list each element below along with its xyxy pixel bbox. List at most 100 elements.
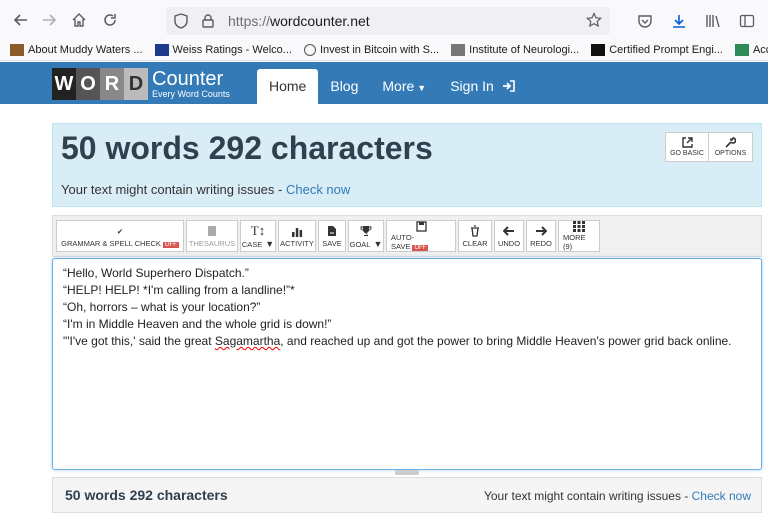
text-height-icon: T↕ (250, 222, 266, 238)
bookmark-access-certified[interactable]: Access Certified (734, 44, 768, 56)
url-bar[interactable]: https://wordcounter.net (166, 7, 610, 35)
editor-line: “Hello, World Superhero Dispatch.” (63, 266, 249, 280)
trash-icon (470, 224, 480, 238)
editor-line: "'I've got this,' said the great Sagamar… (63, 333, 751, 350)
logo-letter-d: D (124, 68, 148, 100)
check-icon: ✔ (116, 226, 124, 236)
bookmark-label: Invest in Bitcoin with S... (319, 44, 440, 56)
activity-button[interactable]: ACTIVITY (278, 220, 316, 252)
footer-issues-text: Your text might contain writing issues - (483, 489, 692, 503)
library-icon[interactable] (698, 6, 728, 36)
issues-message: Your text might contain writing issues -… (61, 182, 350, 197)
arrow-right-icon (535, 224, 547, 238)
notion-favicon (591, 44, 606, 56)
bookmark-prompt-engineer[interactable]: Certified Prompt Engi... (591, 44, 723, 56)
grammar-check-button[interactable]: ✔ GRAMMAR & SPELL CHECK OFF (56, 220, 184, 252)
browser-toolbar: https://wordcounter.net (0, 0, 768, 40)
nav-blog[interactable]: Blog (318, 69, 370, 104)
nav-home[interactable]: Home (257, 69, 319, 104)
grammar-text: GRAMMAR & SPELL CHECK (61, 239, 161, 248)
text-editor[interactable]: “Hello, World Superhero Dispatch.” “HELP… (52, 258, 762, 470)
editor-line: “I'm in Middle Heaven and the whole grid… (63, 317, 332, 331)
goal-text: GOAL (349, 239, 371, 249)
bookmark-label: Certified Prompt Engi... (609, 44, 723, 56)
footer-check-now-link[interactable]: Check now (692, 489, 751, 503)
grammar-label: GRAMMAR & SPELL CHECK OFF (61, 239, 179, 248)
autosave-text: AUTO-SAVE (391, 233, 415, 251)
autosave-off-badge: OFF (412, 245, 429, 251)
editor-toolbar: ✔ GRAMMAR & SPELL CHECK OFF THESAURUS T↕ … (52, 215, 762, 257)
sidebar-icon[interactable] (732, 6, 762, 36)
neurology-favicon (451, 44, 466, 56)
check-now-link[interactable]: Check now (286, 182, 350, 197)
footer-issues-message: Your text might contain writing issues -… (484, 489, 751, 503)
goal-label: GOAL ▼ (350, 239, 383, 249)
options-button[interactable]: OPTIONS (709, 132, 753, 162)
auto-save-button[interactable]: AUTO-SAVE OFF (386, 220, 456, 252)
undo-button[interactable]: UNDO (494, 220, 524, 252)
reload-icon[interactable] (95, 5, 125, 35)
autosave-label: AUTO-SAVE OFF (391, 233, 451, 251)
activity-label: ACTIVITY (280, 239, 314, 248)
caret-down-icon: ▼ (417, 83, 427, 93)
bookmark-star-icon[interactable] (586, 12, 602, 33)
url-host: wordcounter.net (270, 13, 370, 29)
thesaurus-button[interactable]: THESAURUS (186, 220, 238, 252)
tracking-shield-icon[interactable] (174, 13, 192, 29)
muddy-waters-favicon (10, 44, 24, 56)
back-icon[interactable] (6, 5, 36, 35)
options-label: OPTIONS (714, 150, 747, 157)
arrow-left-icon (503, 224, 515, 238)
logo-letter-w: W (52, 68, 76, 100)
goal-button[interactable]: GOAL ▼ (348, 220, 384, 252)
nav-more[interactable]: More ▼ (370, 69, 438, 104)
bookmark-neurology-institute[interactable]: Institute of Neurologi... (451, 44, 579, 56)
case-button[interactable]: T↕ CASE ▼ (240, 220, 276, 252)
editor-line-part: , and reached up and got the power to br… (280, 334, 732, 348)
logo-name: Counter (152, 68, 224, 90)
more-tools-label: MORE (9) (563, 233, 586, 251)
bookmark-label: Access Certified (752, 44, 768, 56)
sign-in-icon (502, 70, 515, 104)
bookmark-invest-bitcoin[interactable]: Invest in Bitcoin with S... (303, 44, 440, 56)
editor-line: “HELP! HELP! *I'm calling from a landlin… (63, 283, 295, 297)
more-tools-button[interactable]: MORE (9) (558, 220, 600, 252)
logo-letter-r: R (100, 68, 124, 100)
redo-button[interactable]: REDO (526, 220, 556, 252)
editor-resize-handle[interactable] (395, 470, 419, 475)
go-basic-button[interactable]: GO BASIC (665, 132, 709, 162)
bookmark-weiss-ratings[interactable]: Weiss Ratings - Welco... (154, 44, 292, 56)
grid-icon (573, 221, 585, 232)
save-file-icon (327, 224, 337, 238)
external-link-icon (681, 137, 693, 150)
clear-button[interactable]: CLEAR (458, 220, 492, 252)
pocket-icon[interactable] (630, 6, 660, 36)
browser-actions (630, 6, 762, 36)
trophy-icon (360, 224, 372, 238)
undo-label: UNDO (497, 239, 521, 248)
wordcounter-logo[interactable]: W O R D Counter Every Word Counts (52, 68, 230, 100)
home-icon[interactable] (64, 5, 94, 35)
logo-text: Counter Every Word Counts (152, 69, 230, 99)
thesaurus-label: THESAURUS (188, 239, 236, 248)
count-title: 50 words 292 characters (61, 130, 433, 166)
main-nav: Home Blog More ▼ Sign In (257, 69, 527, 104)
bookmark-muddy-waters[interactable]: About Muddy Waters ... (10, 44, 143, 56)
url-text[interactable]: https://wordcounter.net (228, 13, 370, 29)
case-caret-icon: ▼ (265, 238, 275, 249)
case-text: CASE (241, 239, 263, 249)
forward-icon[interactable] (34, 5, 64, 35)
editor-line-part: "'I've got this,' said the great (63, 334, 215, 348)
lock-icon[interactable] (202, 14, 218, 28)
downloads-icon[interactable] (664, 6, 694, 36)
misspelled-word[interactable]: Sagamartha (215, 334, 280, 348)
nav-signin-label: Sign In (450, 78, 494, 94)
bookmarks-bar: About Muddy Waters ... Weiss Ratings - We… (0, 40, 768, 61)
go-basic-label: GO BASIC (670, 150, 704, 157)
url-protocol: https:// (228, 13, 271, 29)
clear-label: CLEAR (462, 239, 488, 248)
footer-count-bar: 50 words 292 characters Your text might … (52, 477, 762, 513)
nav-signin[interactable]: Sign In (438, 69, 526, 104)
case-label: CASE ▼ (242, 239, 274, 249)
save-button[interactable]: SAVE (318, 220, 346, 252)
